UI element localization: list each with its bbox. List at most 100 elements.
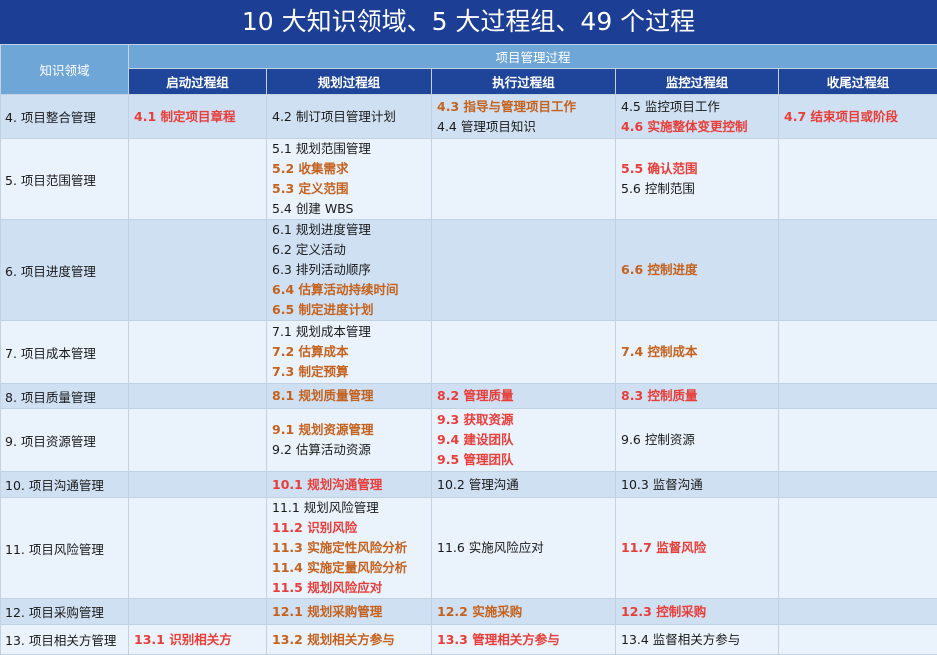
process-cell: 8.2 管理质量 xyxy=(432,384,616,409)
process-cell: 4.2 制订项目管理计划 xyxy=(267,95,432,139)
process-item: 5.5 确认范围 xyxy=(621,159,773,179)
process-item: 7.1 规划成本管理 xyxy=(272,322,426,342)
process-item: 4.2 制订项目管理计划 xyxy=(272,107,426,127)
process-cell: 6.1 规划进度管理6.2 定义活动6.3 排列活动顺序6.4 估算活动持续时间… xyxy=(267,220,432,321)
process-item: 11.5 规划风险应对 xyxy=(272,578,426,598)
process-cell xyxy=(779,321,937,384)
process-item: 4.7 结束项目或阶段 xyxy=(784,107,932,127)
process-cell: 7.1 规划成本管理7.2 估算成本7.3 制定预算 xyxy=(267,321,432,384)
process-item: 5.2 收集需求 xyxy=(272,159,426,179)
process-cell: 11.1 规划风险管理11.2 识别风险11.3 实施定性风险分析11.4 实施… xyxy=(267,498,432,599)
process-cell: 12.2 实施采购 xyxy=(432,599,616,625)
process-cell: 13.2 规划相关方参与 xyxy=(267,625,432,655)
knowledge-area-cell: 12. 项目采购管理 xyxy=(1,599,129,625)
process-cell: 4.1 制定项目章程 xyxy=(129,95,267,139)
process-item: 4.6 实施整体变更控制 xyxy=(621,117,773,137)
process-item: 9.2 估算活动资源 xyxy=(272,440,426,460)
knowledge-area-cell: 9. 项目资源管理 xyxy=(1,409,129,472)
process-cell: 11.7 监督风险 xyxy=(616,498,779,599)
process-cell: 8.1 规划质量管理 xyxy=(267,384,432,409)
process-item: 6.3 排列活动顺序 xyxy=(272,260,426,280)
process-item: 6.1 规划进度管理 xyxy=(272,220,426,240)
process-cell: 10.2 管理沟通 xyxy=(432,472,616,498)
header-monitoring: 监控过程组 xyxy=(616,69,779,95)
process-item: 10.1 规划沟通管理 xyxy=(272,475,426,495)
process-item: 5.1 规划范围管理 xyxy=(272,139,426,159)
process-item: 11.4 实施定量风险分析 xyxy=(272,558,426,578)
process-cell xyxy=(432,139,616,220)
process-item: 6.6 控制进度 xyxy=(621,260,773,280)
header-process-groups: 项目管理过程 xyxy=(129,45,937,69)
process-cell: 4.5 监控项目工作4.6 实施整体变更控制 xyxy=(616,95,779,139)
process-cell xyxy=(779,409,937,472)
process-cell: 9.1 规划资源管理9.2 估算活动资源 xyxy=(267,409,432,472)
process-cell: 5.5 确认范围5.6 控制范围 xyxy=(616,139,779,220)
process-cell: 4.7 结束项目或阶段 xyxy=(779,95,937,139)
process-cell xyxy=(129,220,267,321)
process-cell xyxy=(779,625,937,655)
process-cell xyxy=(779,472,937,498)
page-title: 10 大知识领域、5 大过程组、49 个过程 xyxy=(0,0,937,44)
process-cell xyxy=(129,321,267,384)
process-cell xyxy=(129,472,267,498)
knowledge-area-cell: 4. 项目整合管理 xyxy=(1,95,129,139)
process-item: 10.3 监督沟通 xyxy=(621,475,773,495)
process-item: 8.1 规划质量管理 xyxy=(272,386,426,406)
process-item: 11.6 实施风险应对 xyxy=(437,538,610,558)
process-item: 9.3 获取资源 xyxy=(437,410,610,430)
header-planning: 规划过程组 xyxy=(267,69,432,95)
knowledge-area-cell: 13. 项目相关方管理 xyxy=(1,625,129,655)
process-item: 11.3 实施定性风险分析 xyxy=(272,538,426,558)
process-item: 7.2 估算成本 xyxy=(272,342,426,362)
process-item: 7.4 控制成本 xyxy=(621,342,773,362)
process-item: 9.6 控制资源 xyxy=(621,430,773,450)
table-row: 5. 项目范围管理5.1 规划范围管理5.2 收集需求5.3 定义范围5.4 创… xyxy=(1,139,937,220)
process-cell: 10.1 规划沟通管理 xyxy=(267,472,432,498)
process-cell xyxy=(779,498,937,599)
process-cell: 6.6 控制进度 xyxy=(616,220,779,321)
knowledge-area-cell: 8. 项目质量管理 xyxy=(1,384,129,409)
process-cell: 12.1 规划采购管理 xyxy=(267,599,432,625)
process-item: 7.3 制定预算 xyxy=(272,362,426,382)
process-cell xyxy=(779,220,937,321)
process-cell xyxy=(432,220,616,321)
process-item: 12.2 实施采购 xyxy=(437,602,610,622)
process-item: 12.1 规划采购管理 xyxy=(272,602,426,622)
process-item: 6.4 估算活动持续时间 xyxy=(272,280,426,300)
process-item: 4.3 指导与管理项目工作 xyxy=(437,97,610,117)
knowledge-area-cell: 6. 项目进度管理 xyxy=(1,220,129,321)
table-row: 10. 项目沟通管理10.1 规划沟通管理10.2 管理沟通10.3 监督沟通 xyxy=(1,472,937,498)
table-row: 12. 项目采购管理12.1 规划采购管理12.2 实施采购12.3 控制采购 xyxy=(1,599,937,625)
process-item: 5.6 控制范围 xyxy=(621,179,773,199)
process-cell xyxy=(779,599,937,625)
process-item: 4.5 监控项目工作 xyxy=(621,97,773,117)
process-item: 11.7 监督风险 xyxy=(621,538,773,558)
table-row: 13. 项目相关方管理13.1 识别相关方13.2 规划相关方参与13.3 管理… xyxy=(1,625,937,655)
process-cell: 13.1 识别相关方 xyxy=(129,625,267,655)
process-cell: 9.6 控制资源 xyxy=(616,409,779,472)
process-cell: 9.3 获取资源9.4 建设团队9.5 管理团队 xyxy=(432,409,616,472)
process-table: 知识领域 项目管理过程 启动过程组 规划过程组 执行过程组 监控过程组 收尾过程… xyxy=(0,44,937,655)
process-cell: 4.3 指导与管理项目工作4.4 管理项目知识 xyxy=(432,95,616,139)
process-cell xyxy=(129,599,267,625)
process-item: 4.4 管理项目知识 xyxy=(437,117,610,137)
process-cell xyxy=(779,139,937,220)
process-cell: 8.3 控制质量 xyxy=(616,384,779,409)
process-cell: 13.3 管理相关方参与 xyxy=(432,625,616,655)
process-item: 6.2 定义活动 xyxy=(272,240,426,260)
process-item: 8.2 管理质量 xyxy=(437,386,610,406)
process-item: 10.2 管理沟通 xyxy=(437,475,610,495)
process-item: 11.1 规划风险管理 xyxy=(272,498,426,518)
process-cell xyxy=(129,139,267,220)
table-row: 11. 项目风险管理11.1 规划风险管理11.2 识别风险11.3 实施定性风… xyxy=(1,498,937,599)
knowledge-area-cell: 7. 项目成本管理 xyxy=(1,321,129,384)
table-row: 7. 项目成本管理 7.1 规划成本管理7.2 估算成本7.3 制定预算 7.4 控… xyxy=(1,321,937,384)
header-initiating: 启动过程组 xyxy=(129,69,267,95)
process-cell: 7.4 控制成本 xyxy=(616,321,779,384)
process-item: 6.5 制定进度计划 xyxy=(272,300,426,320)
process-item: 5.3 定义范围 xyxy=(272,179,426,199)
knowledge-area-cell: 5. 项目范围管理 xyxy=(1,139,129,220)
process-cell: 11.6 实施风险应对 xyxy=(432,498,616,599)
process-cell xyxy=(129,409,267,472)
process-cell xyxy=(779,384,937,409)
